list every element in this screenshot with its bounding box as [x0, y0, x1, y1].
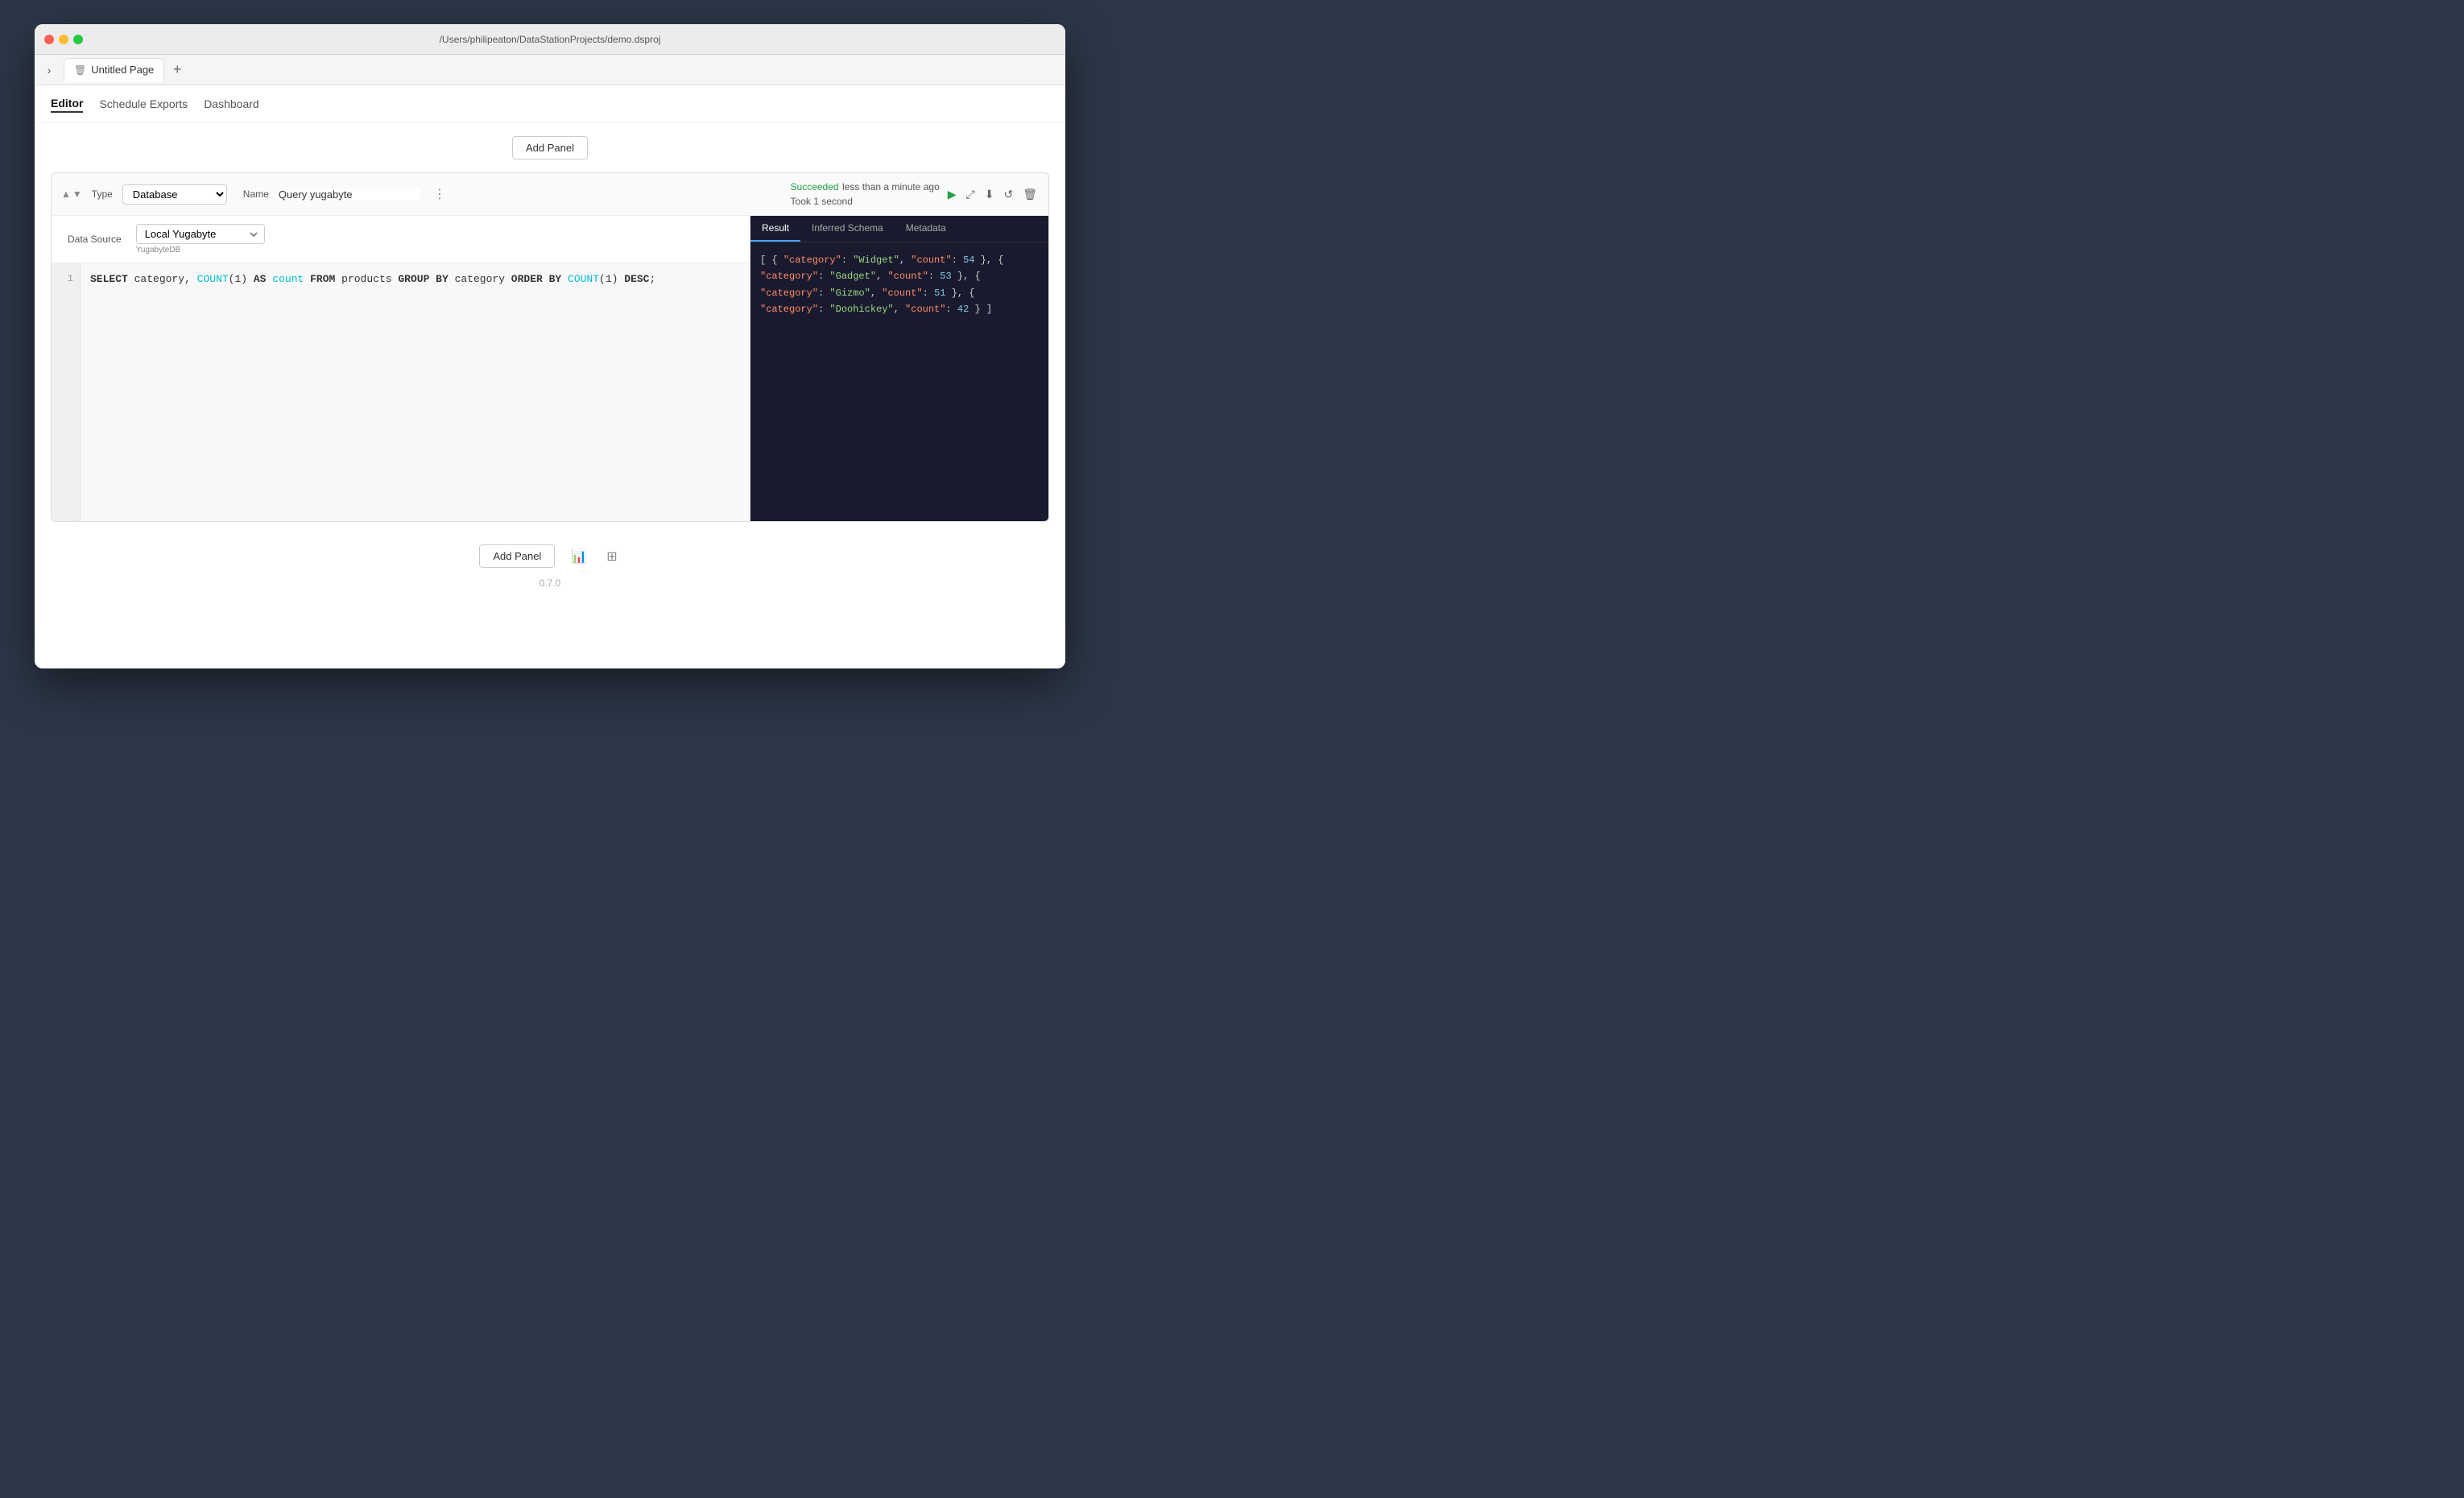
- code-area[interactable]: SELECT category, COUNT(1) AS count FROM …: [81, 263, 750, 521]
- minimize-button[interactable]: [59, 35, 68, 44]
- maximize-button[interactable]: [73, 35, 83, 44]
- datasource-label: Data Source: [68, 234, 122, 245]
- close-button[interactable]: [44, 35, 54, 44]
- panel-menu-dots[interactable]: ⋮: [430, 186, 449, 202]
- panel-header: ▲ ▼ Type Database Name ⋮ Succeeded less …: [52, 173, 1048, 216]
- page-tab[interactable]: 🗑 Untitled Page: [64, 58, 164, 82]
- name-label: Name: [243, 188, 269, 200]
- add-tab-button[interactable]: +: [167, 60, 187, 80]
- add-panel-bottom-button[interactable]: Add Panel: [479, 544, 555, 568]
- nav-dashboard[interactable]: Dashboard: [204, 96, 259, 112]
- main-content: Editor Schedule Exports Dashboard Add Pa…: [35, 85, 1065, 668]
- nav-schedule-exports[interactable]: Schedule Exports: [99, 96, 188, 112]
- add-panel-top-button[interactable]: Add Panel: [512, 136, 588, 159]
- panel-collapse-toggle[interactable]: ▲ ▼: [61, 188, 82, 200]
- window-title: /Users/philipeaton/DataStationProjects/d…: [440, 34, 661, 45]
- editor-section: Data Source Local Yugabyte YugabyteDB 1: [52, 216, 750, 521]
- tab-trash-icon: 🗑: [74, 64, 86, 76]
- status-took-text: Took 1 second: [791, 196, 853, 207]
- panel-body: Data Source Local Yugabyte YugabyteDB 1: [52, 216, 1048, 521]
- panel-type-select[interactable]: Database: [122, 184, 227, 205]
- result-tab-metadata[interactable]: Metadata: [895, 216, 957, 242]
- panel-status: Succeeded less than a minute ago Took 1 …: [791, 180, 940, 209]
- app-window: /Users/philipeaton/DataStationProjects/d…: [35, 24, 1065, 668]
- navbar: Editor Schedule Exports Dashboard: [35, 85, 1065, 123]
- add-panel-top-container: Add Panel: [35, 123, 1065, 172]
- expand-button[interactable]: ⤢: [965, 186, 977, 203]
- titlebar: /Users/philipeaton/DataStationProjects/d…: [35, 24, 1065, 55]
- tab-label: Untitled Page: [91, 64, 154, 76]
- datasource-wrapper: Local Yugabyte YugabyteDB: [136, 224, 265, 254]
- delete-panel-button[interactable]: 🗑: [1021, 186, 1039, 203]
- sidebar-toggle[interactable]: ›: [41, 62, 57, 78]
- result-content: [ { "category": "Widget", "count": 54 },…: [750, 242, 1048, 521]
- panel-header-right: Succeeded less than a minute ago Took 1 …: [791, 180, 1039, 209]
- code-editor[interactable]: 1 SELECT category, COUNT(1) AS count FRO…: [52, 263, 750, 521]
- bar-chart-icon-button[interactable]: 📊: [568, 547, 590, 566]
- traffic-lights: [44, 35, 83, 44]
- type-label: Type: [92, 188, 113, 200]
- panel-name-input[interactable]: [279, 188, 420, 201]
- run-button[interactable]: ▶: [946, 186, 958, 203]
- nav-editor[interactable]: Editor: [51, 95, 83, 113]
- result-tabs: Result Inferred Schema Metadata: [750, 216, 1048, 242]
- refresh-button[interactable]: ↺: [1002, 186, 1015, 203]
- result-section: Result Inferred Schema Metadata [ { "cat…: [750, 216, 1048, 521]
- status-success-text: Succeeded: [791, 181, 839, 192]
- datasource-bar: Data Source Local Yugabyte YugabyteDB: [52, 216, 750, 263]
- grid-icon-button[interactable]: ⊞: [603, 547, 620, 566]
- result-tab-inferred-schema[interactable]: Inferred Schema: [800, 216, 895, 242]
- version-text: 0.7.0: [35, 577, 1065, 598]
- tabbar: › 🗑 Untitled Page +: [35, 55, 1065, 85]
- line-numbers: 1: [52, 263, 81, 521]
- download-button[interactable]: ⬇: [983, 186, 996, 203]
- bottom-bar: Add Panel 📊 ⊞: [35, 535, 1065, 577]
- panel-action-buttons: ▶ ⤢ ⬇ ↺ 🗑: [946, 186, 1039, 203]
- datasource-sub: YugabyteDB: [136, 246, 265, 254]
- datasource-select[interactable]: Local Yugabyte: [136, 224, 265, 244]
- status-time-text: less than a minute ago: [842, 181, 940, 192]
- query-panel: ▲ ▼ Type Database Name ⋮ Succeeded less …: [51, 172, 1049, 522]
- result-tab-result[interactable]: Result: [750, 216, 800, 242]
